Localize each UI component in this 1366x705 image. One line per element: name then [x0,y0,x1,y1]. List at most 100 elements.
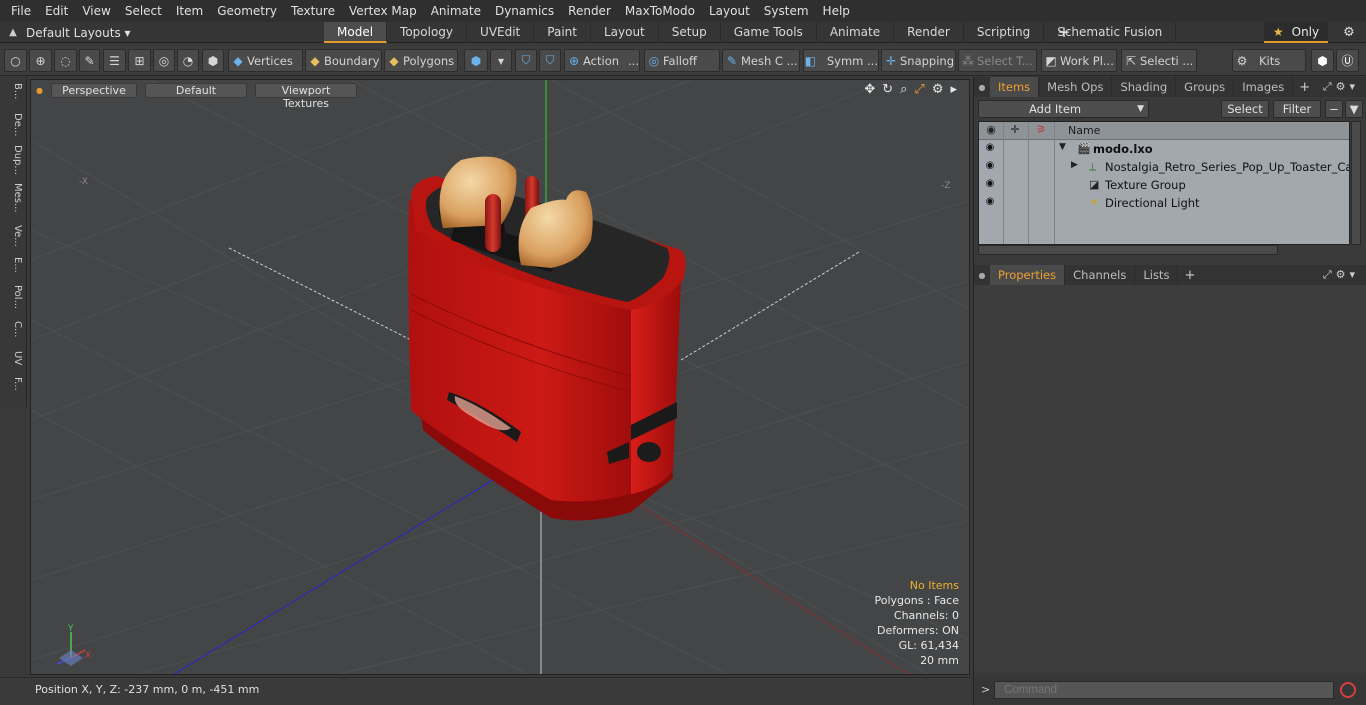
vertices-button[interactable]: ◆ Vertices [228,49,303,72]
material-button[interactable]: ⬢ [464,49,488,72]
menu-item[interactable]: Item [169,0,210,22]
tab-mesh-ops[interactable]: Mesh Ops [1039,77,1113,97]
falloff-circle-button[interactable]: ◔ [177,49,199,72]
eye-icon[interactable]: ◉ [983,196,997,207]
menu-edit[interactable]: Edit [38,0,75,22]
falloff-button[interactable]: ◎ Falloff [644,49,720,72]
tab-shading[interactable]: Shading [1112,77,1177,97]
boundary-button[interactable]: ◆ Boundary [305,49,382,72]
add-tab-icon[interactable]: + [1056,22,1072,43]
menu-file[interactable]: File [4,0,38,22]
tab-uvedit[interactable]: UVEdit [467,22,535,43]
selection-sets-button[interactable]: ⇱ Selecti ... [1121,49,1197,72]
shield-button[interactable]: ⛉ [515,49,537,72]
command-arrow-icon[interactable]: > [981,683,990,696]
add-item-button[interactable]: Add Item ▼ [978,100,1149,118]
left-tab-edge[interactable]: E... [3,257,23,273]
menu-system[interactable]: System [757,0,816,22]
select-through-button[interactable]: ⁂ Select T... [958,49,1037,72]
left-tab-polygon[interactable]: Pol... [3,285,23,309]
kits-button[interactable]: ⚙ Kits [1232,49,1306,72]
maximize-icon[interactable]: ⤢ [914,82,924,97]
viewport-textures-button[interactable]: Viewport Textures [254,82,357,110]
item-list-vertical-scrollbar[interactable] [1351,121,1361,245]
record-macro-icon[interactable] [1340,682,1356,698]
list-item[interactable]: ◉ ◪ Texture Group [979,176,1349,194]
only-toggle[interactable]: ★ Only [1264,22,1328,43]
pen-button[interactable]: ✎ [79,49,100,72]
expand-triangle-icon[interactable]: ▼ [1059,142,1066,152]
tab-model[interactable]: Model [324,22,388,43]
visibility-column-icon[interactable]: ◉ [980,123,1002,136]
tab-animate[interactable]: Animate [817,22,895,43]
shading-default-button[interactable]: Default [144,82,247,98]
command-input[interactable] [994,681,1334,699]
material-dropdown[interactable]: ▾ [490,49,512,72]
globe-button[interactable]: ⊕ [29,49,52,72]
gear-icon[interactable]: ⚙ [1338,22,1360,43]
eye-icon[interactable]: ◉ [983,160,997,171]
left-tab-basic[interactable]: B... [3,83,23,99]
name-column-header[interactable]: Name [1068,124,1100,137]
tab-render[interactable]: Render [894,22,964,43]
add-panel-tab-icon[interactable]: + [1178,268,1201,283]
perspective-button[interactable]: Perspective [50,82,137,98]
tab-properties[interactable]: Properties [990,265,1066,285]
tab-groups[interactable]: Groups [1176,77,1235,97]
zoom-icon[interactable]: ⌕ [900,82,907,97]
eye-icon[interactable]: ◉ [983,178,997,189]
tab-channels[interactable]: Channels [1065,265,1136,285]
viewport-settings-icon[interactable]: ⚙ [932,82,944,97]
menu-vertex-map[interactable]: Vertex Map [342,0,424,22]
panel-options-icon[interactable]: ⤢⚙▾ [1323,265,1359,285]
unreal-button[interactable]: Ⓤ [1336,49,1359,72]
eye-icon[interactable]: ◉ [983,142,997,153]
list-item[interactable]: ◉ ☀ Directional Light [979,194,1349,212]
lasso-button[interactable]: ◌ [54,49,77,72]
left-tab-vertex[interactable]: Ve... [3,225,23,247]
panel-menu-dot-icon[interactable]: ● [974,83,990,92]
select-circle-button[interactable]: ○ [4,49,27,72]
tab-lists[interactable]: Lists [1135,265,1179,285]
left-tab-mesh[interactable]: Mes... [3,183,23,213]
tab-setup[interactable]: Setup [659,22,721,43]
menu-select[interactable]: Select [118,0,169,22]
tab-game-tools[interactable]: Game Tools [721,22,817,43]
work-plane-button[interactable]: ◩ Work Pl... [1041,49,1117,72]
menu-geometry[interactable]: Geometry [210,0,284,22]
mesh-constraint-button[interactable]: ✎ Mesh C ... [722,49,800,72]
filter-button[interactable]: Filter [1273,100,1321,118]
menu-texture[interactable]: Texture [284,0,342,22]
lock-column-icon[interactable]: ✛ [1004,123,1026,136]
left-tab-duplicate[interactable]: Dup... [3,145,23,175]
left-tab-deform[interactable]: De... [3,113,23,136]
grid-button[interactable]: ⊞ [128,49,151,72]
tab-layout[interactable]: Layout [591,22,659,43]
add-panel-tab-icon[interactable]: + [1293,80,1316,95]
collapsed-triangle-icon[interactable]: ▶ [1071,160,1078,170]
menu-help[interactable]: Help [816,0,857,22]
render-column-icon[interactable]: ⚞ [1030,123,1052,136]
items-mode-button[interactable]: ⬢ [202,49,224,72]
list-item[interactable]: ◉ ▼ 🎬 modo.lxo [979,140,1349,158]
viewport-menu-dot-icon[interactable]: ● [36,86,43,95]
viewport-expand-icon[interactable]: ▸ [950,82,957,97]
3d-viewport[interactable]: -X -Z Y X ● Perspective Default Viewport… [30,79,970,675]
menu-animate[interactable]: Animate [424,0,488,22]
menu-maxtomodo[interactable]: MaxToModo [618,0,702,22]
default-layouts-button[interactable]: ▲ Default Layouts ▾ [0,22,136,43]
left-tab-uv[interactable]: UV [3,351,23,365]
tab-paint[interactable]: Paint [534,22,591,43]
list-item[interactable]: ◉ ▶ ⟂ Nostalgia_Retro_Series_Pop_Up_Toas… [979,158,1349,176]
snap-shield-button[interactable]: ⛉ [539,49,561,72]
symmetry-button[interactable]: ◧ Symm ... [803,49,879,72]
action-button[interactable]: ⊕ Action... [564,49,640,72]
left-tab-curve[interactable]: C... [3,321,23,338]
frame-button[interactable]: ◎ [153,49,175,72]
left-tab-fusion[interactable]: F... [3,377,23,391]
select-button[interactable]: Select [1221,100,1269,118]
modo-logo-button[interactable]: ⬢ [1311,49,1334,72]
collapse-icon[interactable]: − [1325,100,1343,118]
tab-items[interactable]: Items [990,77,1040,97]
pan-icon[interactable]: ✥ [864,82,875,97]
